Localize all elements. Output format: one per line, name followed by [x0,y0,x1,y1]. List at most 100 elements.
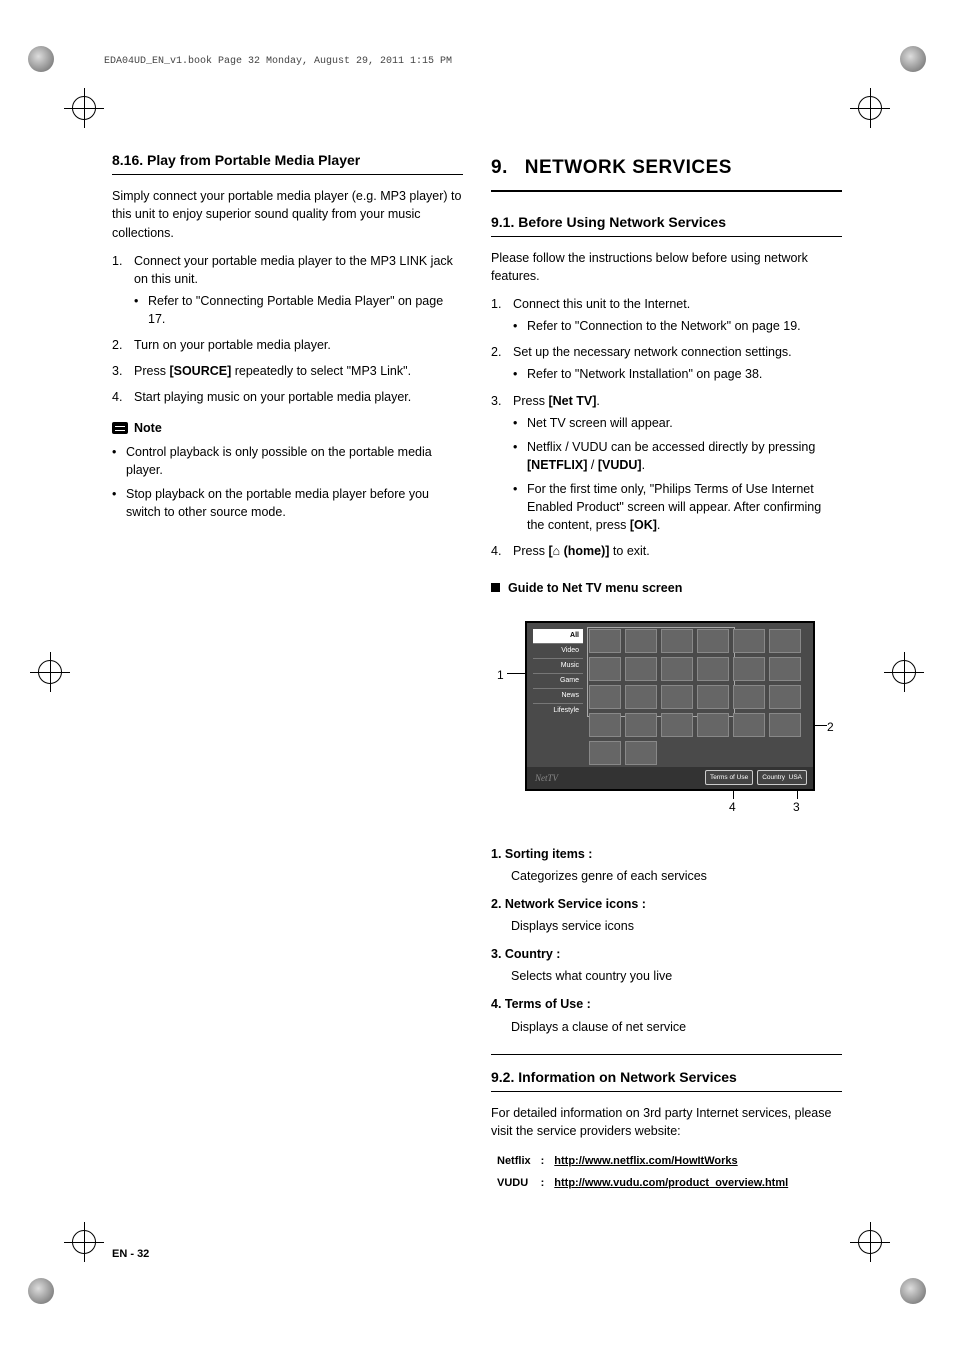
service-tile [733,657,765,681]
service-tile [733,629,765,653]
footer-lang: EN [112,1248,127,1260]
def-term: 2. Network Service icons : [491,895,842,913]
footer-sep: - [127,1248,137,1260]
country-button: Country USA [757,770,807,785]
step: 3. Press [SOURCE] repeatedly to select "… [112,362,463,380]
service-tile [589,685,621,709]
step-bold: [SOURCE] [169,364,231,378]
def-term: 1. Sorting items : [491,845,842,863]
service-tile [661,685,693,709]
step-number: 1. [112,252,122,270]
step-text: Press [513,394,548,408]
step-text: Press [134,364,169,378]
step-number: 1. [491,295,501,313]
service-tile [589,713,621,737]
note-icon [112,422,128,434]
corner-ornament [28,46,54,72]
def-text: Categorizes genre of each services [491,867,842,885]
link-name: VUDU [493,1174,535,1194]
callout-definitions: 1. Sorting items : Categorizes genre of … [491,845,842,1036]
square-bullet-icon [491,583,500,592]
def-term: 3. Country : [491,945,842,963]
step: 1. Connect this unit to the Internet. Re… [491,295,842,335]
step-text: . [596,394,599,408]
service-tile [733,685,765,709]
page-content: 8.16. Play from Portable Media Player Si… [112,150,842,1230]
link-name: Netflix [493,1152,535,1172]
step-bold: [⌂ (home)] [548,544,609,558]
note-list: Control playback is only possible on the… [112,443,463,522]
registration-mark-icon [892,660,916,684]
service-tile [589,657,621,681]
service-tile [769,685,801,709]
section-8-16-intro: Simply connect your portable media playe… [112,187,463,241]
step-text: to exit. [609,544,649,558]
crop-header: EDA04UD_EN_v1.book Page 32 Monday, Augus… [104,56,452,67]
service-tile [733,713,765,737]
service-tile [625,657,657,681]
step-text: Set up the necessary network connection … [513,345,792,359]
link-url[interactable]: http://www.netflix.com/HowItWorks [554,1155,737,1167]
corner-ornament [900,1278,926,1304]
service-icon-grid [589,629,807,765]
registration-mark-icon [72,1230,96,1254]
substep: Refer to "Connecting Portable Media Play… [134,292,463,328]
def-text: Displays service icons [491,917,842,935]
net-tv-screen: All Video Music Game News Lifestyle NetT [525,621,815,791]
service-tile [697,629,729,653]
service-tile [769,713,801,737]
left-column: 8.16. Play from Portable Media Player Si… [112,150,463,1230]
callout-2: 2 [827,719,834,736]
link-sep: : [537,1174,549,1194]
registration-mark-icon [38,660,62,684]
chapter-number: 9. [491,154,519,182]
note-item: Stop playback on the portable media play… [112,485,463,521]
callout-4: 4 [729,799,736,816]
section-9-2-title: 9.2. Information on Network Services [491,1067,842,1087]
step-number: 3. [112,362,122,380]
step: 1. Connect your portable media player to… [112,252,463,329]
note-label: Note [134,419,162,437]
service-tile [769,629,801,653]
sidebar-item: Game [533,673,583,688]
link-sep: : [537,1152,549,1172]
net-tv-logo: NetTV [535,772,558,785]
step-text: Press [513,544,548,558]
service-tile [625,713,657,737]
step-text: Connect your portable media player to th… [134,254,453,286]
service-tile [697,713,729,737]
corner-ornament [28,1278,54,1304]
section-9-2-intro: For detailed information on 3rd party In… [491,1104,842,1140]
step-text: repeatedly to select "MP3 Link". [231,364,411,378]
service-tile [625,741,657,765]
sidebar-item: Music [533,658,583,673]
right-column: 9. NETWORK SERVICES 9.1. Before Using Ne… [491,150,842,1230]
step-number: 2. [491,343,501,361]
def-text: Selects what country you live [491,967,842,985]
sidebar-item: Video [533,643,583,658]
chapter-9-title: 9. NETWORK SERVICES [491,150,842,192]
step-number: 4. [112,388,122,406]
link-url[interactable]: http://www.vudu.com/product_overview.htm… [554,1177,788,1189]
service-tile [625,629,657,653]
page-footer: EN - 32 [112,1248,149,1260]
step-text: Connect this unit to the Internet. [513,297,690,311]
service-tile [697,657,729,681]
step-text: Start playing music on your portable med… [134,390,411,404]
registration-mark-icon [858,96,882,120]
link-row: VUDU : http://www.vudu.com/product_overv… [493,1174,792,1194]
registration-mark-icon [72,96,96,120]
step: 2. Turn on your portable media player. [112,336,463,354]
step-text: Turn on your portable media player. [134,338,331,352]
substep: Refer to "Connection to the Network" on … [513,317,842,335]
substep: Netflix / VUDU can be accessed directly … [513,438,842,474]
corner-ornament [900,46,926,72]
sidebar-item: Lifestyle [533,703,583,718]
step: 2. Set up the necessary network connecti… [491,343,842,383]
footer-page-number: 32 [137,1248,149,1260]
step: 3. Press [Net TV]. Net TV screen will ap… [491,392,842,535]
guide-heading: Guide to Net TV menu screen [491,579,842,597]
service-tile [661,657,693,681]
service-tile [589,629,621,653]
service-tile [589,741,621,765]
